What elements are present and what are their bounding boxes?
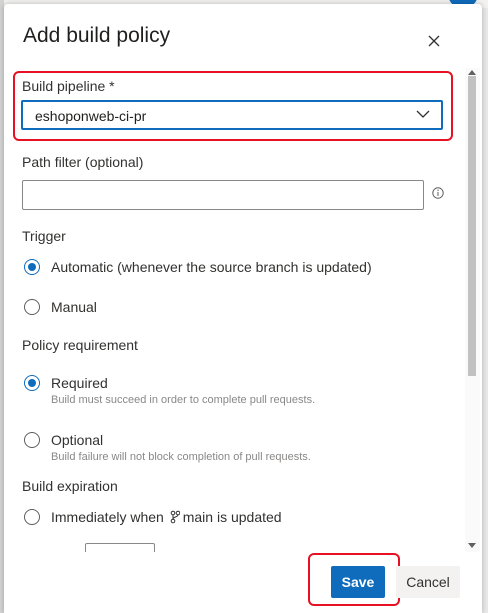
scroll-down-arrow-icon[interactable] [468,543,476,548]
dialog-content: Build pipeline * eshoponweb-ci-pr Path f… [4,68,482,552]
trigger-option-manual[interactable]: Manual [24,298,97,316]
path-filter-input[interactable] [22,180,424,210]
footer-divider [4,552,482,553]
scrollbar-thumb[interactable] [468,76,476,376]
radio-description: Build failure will not block completion … [51,451,311,463]
radio-button[interactable] [24,299,40,315]
close-icon [428,35,440,47]
chevron-down-icon [416,110,430,118]
radio-label: Manual [51,299,97,315]
radio-label: Immediately when main is updated [51,508,282,526]
cancel-button[interactable]: Cancel [396,566,460,598]
trigger-option-automatic[interactable]: Automatic (whenever the source branch is… [24,258,372,276]
radio-label: Optional [51,432,104,448]
expiration-option-immediately[interactable]: Immediately when main is updated [24,508,282,526]
build-pipeline-value: eshoponweb-ci-pr [35,108,147,124]
path-filter-label: Path filter (optional) [22,154,144,170]
info-icon[interactable] [432,187,444,199]
dialog-scrollbar[interactable] [465,68,480,552]
policy-requirement-label: Policy requirement [22,337,138,353]
close-button[interactable] [421,28,447,54]
expiration-hours-input[interactable] [85,543,155,552]
trigger-label: Trigger [22,228,66,244]
expiration-label-suffix: is updated [216,509,282,525]
scroll-up-arrow-icon[interactable] [468,70,476,75]
radio-button[interactable] [24,259,40,275]
policy-option-optional[interactable]: Optional Build failure will not block co… [24,431,311,464]
expiration-label-prefix: Immediately when [51,509,164,525]
branch-icon [170,510,180,524]
policy-option-required[interactable]: Required Build must succeed in order to … [24,374,315,407]
radio-button[interactable] [24,509,40,525]
dialog-title: Add build policy [23,24,171,47]
save-button[interactable]: Save [331,566,385,598]
add-build-policy-dialog: Add build policy Build pipeline * eshopo… [4,4,482,613]
branch-name: main [182,509,214,525]
radio-button[interactable] [24,432,40,448]
radio-description: Build must succeed in order to complete … [51,394,316,406]
radio-label: Required [51,375,108,391]
build-expiration-label: Build expiration [22,478,118,494]
build-pipeline-label: Build pipeline * [22,78,115,94]
build-pipeline-dropdown[interactable]: eshoponweb-ci-pr [21,100,443,130]
radio-button[interactable] [24,375,40,391]
radio-label: Automatic (whenever the source branch is… [51,259,372,275]
